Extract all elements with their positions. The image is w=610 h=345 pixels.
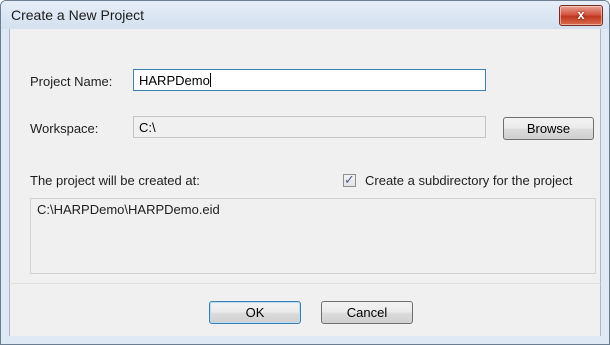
subdirectory-label[interactable]: Create a subdirectory for the project xyxy=(365,173,572,188)
project-name-input[interactable]: HARPDemo xyxy=(133,69,486,91)
workspace-label: Workspace: xyxy=(30,121,99,136)
close-icon: x xyxy=(577,7,585,22)
project-name-label: Project Name: xyxy=(30,74,113,89)
project-path-box: C:\HARPDemo\HARPDemo.eid xyxy=(30,198,596,274)
close-button[interactable]: x xyxy=(559,5,603,26)
checkmark-icon: ✓ xyxy=(344,172,355,187)
dialog-title: Create a New Project xyxy=(11,7,145,23)
cancel-button[interactable]: Cancel xyxy=(321,301,413,324)
button-bar: OK Cancel xyxy=(9,283,601,336)
window-bottom-border xyxy=(1,336,609,344)
title-bar[interactable]: Create a New Project x xyxy=(1,1,609,29)
workspace-field: C:\ xyxy=(133,116,486,138)
project-path-value: C:\HARPDemo\HARPDemo.eid xyxy=(37,202,220,217)
project-name-value: HARPDemo xyxy=(139,73,210,88)
subdirectory-checkbox[interactable]: ✓ xyxy=(343,172,356,187)
ok-button[interactable]: OK xyxy=(209,301,301,324)
dialog-content: Project Name: HARPDemo Workspace: C:\ Br… xyxy=(9,29,601,283)
workspace-value: C:\ xyxy=(139,120,156,135)
text-caret xyxy=(209,73,211,87)
dialog-window: Create a New Project x Project Name: HAR… xyxy=(0,0,610,345)
created-at-label: The project will be created at: xyxy=(30,173,200,188)
browse-button[interactable]: Browse xyxy=(503,117,594,140)
